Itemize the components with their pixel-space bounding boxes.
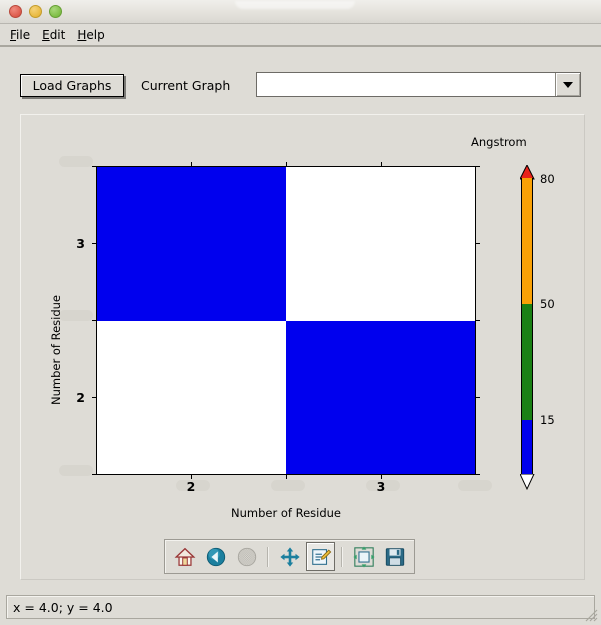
toolbar-separator-1 — [267, 546, 269, 567]
subplot-config-icon — [352, 545, 375, 568]
y-tick-right-0 — [476, 166, 480, 167]
heatmap-cells — [97, 167, 475, 474]
y-tick-left-0 — [92, 166, 96, 167]
heatmap-cell-r1c0[interactable] — [97, 320, 286, 474]
matplotlib-nav-toolbar — [164, 539, 415, 574]
y-tick-left-1 — [92, 243, 96, 244]
colorbar-segment-blue — [522, 420, 532, 475]
current-graph-input[interactable] — [257, 73, 555, 96]
y-tick-left-3 — [92, 397, 96, 398]
x-axis-label: Number of Residue — [231, 506, 341, 520]
pan-move-icon — [279, 546, 300, 567]
home-button[interactable] — [170, 542, 199, 571]
titlebar-highlight — [235, 1, 355, 9]
heatmap-axes[interactable] — [96, 166, 476, 475]
current-graph-combobox[interactable] — [256, 72, 581, 97]
home-icon — [174, 547, 195, 566]
resize-grip-icon — [585, 609, 598, 622]
x-tick-bot-1 — [286, 475, 287, 479]
maximize-window-button[interactable] — [49, 5, 62, 18]
menu-help[interactable]: Help — [74, 27, 113, 43]
x-ticklabel-0: 2 — [186, 479, 196, 494]
colorbar[interactable]: 80 50 15 — [518, 163, 555, 491]
load-graphs-button[interactable]: Load Graphs — [20, 74, 124, 97]
colorbar-ticklabel-50: 50 — [540, 297, 555, 311]
menu-edit-rest: dit — [49, 27, 66, 42]
menu-file[interactable]: File — [7, 27, 39, 43]
colorbar-segment-orange — [522, 178, 532, 304]
window-controls — [9, 5, 62, 18]
colorbar-title: Angstrom — [471, 135, 527, 149]
heatmap-cell-r0c0[interactable] — [97, 167, 286, 321]
x-tick-top-2 — [381, 162, 382, 166]
current-graph-label: Current Graph — [141, 78, 231, 93]
x-ticklabel-1: 3 — [376, 479, 386, 494]
y-tick-left-2 — [92, 320, 96, 321]
x-tick-top-0 — [191, 162, 192, 166]
render-artifact — [59, 156, 93, 167]
y-ticklabel-1: 2 — [76, 390, 85, 405]
x-tick-top-1 — [286, 162, 287, 166]
zoom-rect-icon — [311, 548, 331, 565]
save-floppy-icon — [385, 547, 404, 566]
colorbar-ticklabel-15: 15 — [540, 413, 555, 427]
menu-edit[interactable]: Edit — [39, 27, 74, 43]
back-button[interactable] — [201, 542, 230, 571]
render-artifact — [59, 310, 93, 321]
colorbar-gradient — [521, 178, 533, 475]
y-tick-right-3 — [476, 397, 480, 398]
menu-edit-mnemonic: E — [42, 27, 50, 42]
toolbar-separator-2 — [341, 546, 343, 567]
y-tick-right-1 — [476, 243, 480, 244]
zoom-button[interactable] — [306, 542, 335, 571]
colorbar-ticklabel-80: 80 — [540, 172, 555, 186]
y-axis-label: Number of Residue — [49, 295, 63, 405]
heatmap-cell-r1c1[interactable] — [286, 320, 475, 474]
save-button[interactable] — [380, 542, 409, 571]
y-tick-right-4 — [476, 474, 480, 475]
y-ticklabel-0: 3 — [76, 236, 85, 251]
menu-help-rest: elp — [86, 27, 105, 42]
title-bar — [0, 0, 601, 24]
chevron-down-icon[interactable] — [555, 73, 580, 96]
y-tick-right-2 — [476, 320, 480, 321]
status-bar-text: x = 4.0; y = 4.0 — [13, 599, 113, 615]
render-artifact — [271, 480, 305, 491]
render-artifact — [59, 465, 93, 476]
back-arrow-icon — [206, 547, 225, 566]
pan-button[interactable] — [275, 542, 304, 571]
menu-file-rest: ile — [16, 27, 31, 42]
forward-button[interactable] — [232, 542, 261, 571]
colorbar-under-arrow — [520, 474, 535, 491]
close-window-button[interactable] — [9, 5, 22, 18]
menu-bar: File Edit Help — [0, 24, 601, 47]
figure-panel: Angstrom 2 3 3 2 Number of Residue Numbe… — [20, 114, 585, 580]
application-window: File Edit Help Load Graphs Current Graph… — [0, 0, 601, 625]
resize-grip[interactable] — [582, 606, 598, 622]
heatmap-cell-r0c1[interactable] — [286, 167, 475, 321]
render-artifact — [458, 480, 492, 491]
status-bar: x = 4.0; y = 4.0 — [6, 595, 595, 619]
forward-arrow-icon — [237, 547, 256, 566]
y-tick-left-4 — [92, 474, 96, 475]
minimize-window-button[interactable] — [29, 5, 42, 18]
colorbar-segment-green — [522, 304, 532, 420]
subplot-config-button[interactable] — [349, 542, 378, 571]
